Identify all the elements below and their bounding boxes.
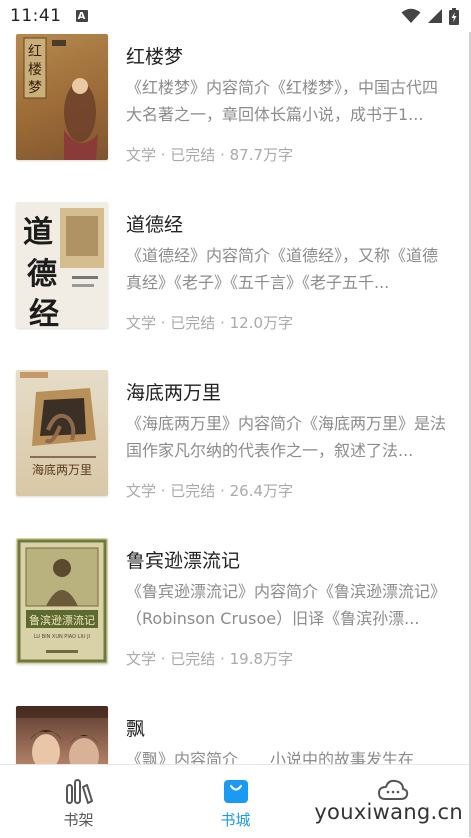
notification-a-icon: A (75, 10, 88, 22)
tab-bookshelf[interactable]: 书架 (0, 765, 157, 838)
book-cover: 红 楼 梦 (16, 34, 108, 160)
book-description: 《鲁宾逊漂流记》内容简介《鲁滨逊漂流记》（Robinson Crusoe）旧译《… (126, 582, 447, 628)
book-item-haidiliangwanli[interactable]: 海底两万里 海底两万里 《海底两万里》内容简介《海底两万里》是法国作家凡尔纳的代… (0, 370, 471, 510)
svg-text:LU BIN XUN PIAO LIU JI: LU BIN XUN PIAO LIU JI (34, 634, 90, 640)
shopping-bag-icon (223, 780, 248, 803)
book-meta: 文学 · 已完结 · 87.7万字 (126, 146, 294, 164)
battery-charging-icon (449, 7, 459, 25)
book-meta: 文学 · 已完结 · 19.8万字 (126, 650, 294, 668)
book-title: 飘 (126, 718, 146, 740)
book-description: 《红楼梦》内容简介《红楼梦》，中国古代四大名著之一，章回体长篇小说，成书于1..… (126, 78, 439, 124)
book-meta: 文学 · 已完结 · 12.0万字 (126, 314, 294, 332)
book-title: 鲁宾逊漂流记 (126, 550, 241, 572)
tab-label: 书城 (220, 811, 251, 829)
book-meta: 文学 · 已完结 · 26.4万字 (126, 482, 294, 500)
book-description: 《海底两万里》内容简介《海底两万里》是法国作家凡尔纳的代表作之一，叙述了法... (126, 414, 447, 460)
bookshelf-icon (65, 779, 93, 804)
wifi-icon (401, 8, 421, 23)
book-title: 红楼梦 (126, 46, 184, 68)
book-description: 《飘》内容简介 小说中的故事发生在 (126, 750, 415, 764)
book-list: 红 楼 梦 红楼梦 《红楼梦》内容简介《红楼梦》，中国古代四大名著之一，章回体长… (0, 32, 471, 764)
signal-icon (428, 9, 442, 23)
book-cover: 海底两万里 (16, 370, 108, 496)
svg-text:经: 经 (29, 297, 59, 328)
book-description: 《道德经》内容简介《道德经》，又称《道德真经》《老子》《五千言》《老子五千... (126, 246, 439, 292)
book-title: 道德经 (126, 214, 184, 236)
svg-text:德: 德 (27, 257, 57, 292)
status-bar: 11:41 A (0, 0, 471, 32)
svg-text:道: 道 (23, 215, 53, 250)
book-item-hongloumeng[interactable]: 红 楼 梦 红楼梦 《红楼梦》内容简介《红楼梦》，中国古代四大名著之一，章回体长… (0, 34, 471, 174)
book-title: 海底两万里 (126, 382, 222, 404)
watermark: youxiwang.cn (314, 800, 463, 824)
svg-text:梦: 梦 (28, 80, 42, 96)
book-cover: 道 德 经 (16, 202, 108, 328)
tab-bookstore[interactable]: 书城 (157, 765, 314, 838)
book-item-piao[interactable]: 飘 《飘》内容简介 小说中的故事发生在 (0, 706, 471, 764)
book-cover (16, 706, 108, 764)
svg-text:海底两万里: 海底两万里 (32, 462, 92, 477)
book-cover: 鲁滨逊漂流记 LU BIN XUN PIAO LIU JI (16, 538, 108, 664)
book-item-lubinxun[interactable]: 鲁滨逊漂流记 LU BIN XUN PIAO LIU JI 鲁宾逊漂流记 《鲁宾… (0, 538, 471, 678)
svg-text:鲁滨逊漂流记: 鲁滨逊漂流记 (29, 613, 95, 627)
tab-label: 书架 (63, 811, 94, 829)
status-time: 11:41 (10, 6, 62, 26)
book-item-daodejing[interactable]: 道 德 经 道德经 《道德经》内容简介《道德经》，又称《道德真经》《老子》《五千… (0, 202, 471, 342)
svg-text:楼: 楼 (28, 62, 42, 78)
svg-text:红: 红 (28, 44, 42, 60)
